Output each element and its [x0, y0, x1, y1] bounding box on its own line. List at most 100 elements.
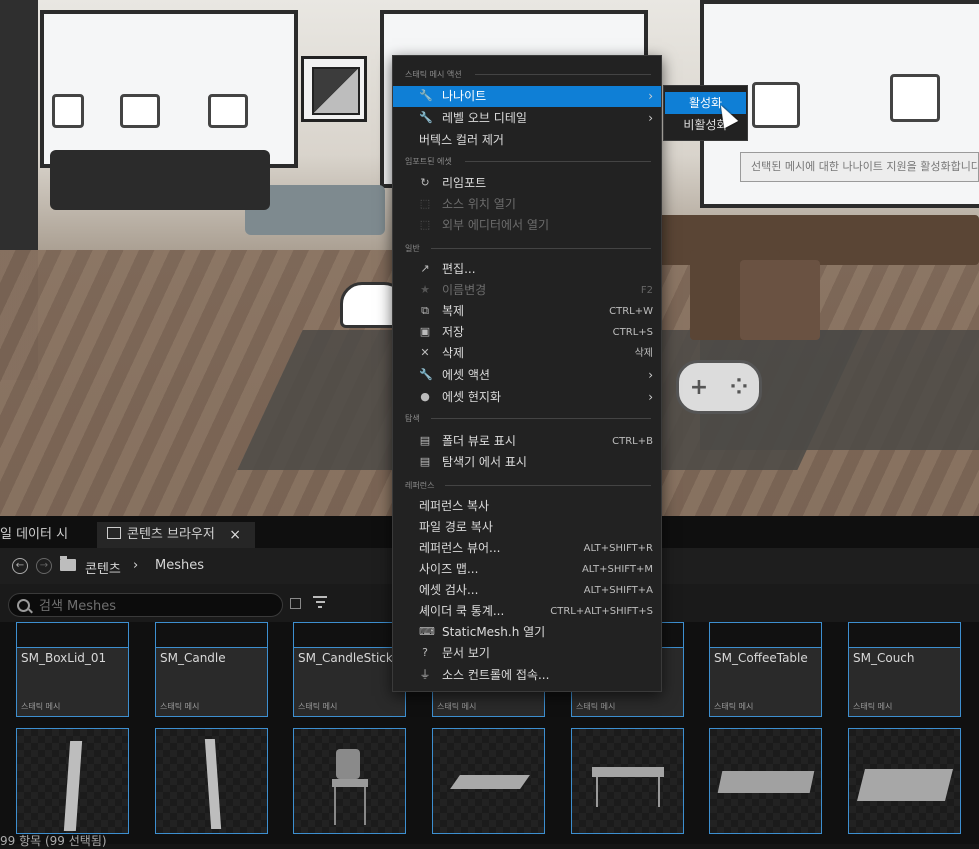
folder-icon [60, 556, 76, 571]
light-actor-icon[interactable] [890, 74, 940, 122]
back-button[interactable]: ← [12, 558, 28, 574]
menu-item-nanite[interactable]: 🔧 나나이트 › [393, 86, 661, 107]
search-input[interactable] [37, 597, 281, 615]
edit-icon: ↗ [420, 262, 430, 275]
section-divider [445, 485, 651, 486]
delete-icon: ✕ [420, 346, 430, 359]
asset-type: 스태틱 메시 [298, 702, 338, 711]
shortcut: ALT+SHIFT+R [583, 543, 653, 554]
menu-item-shader-cook-stats[interactable]: 셰이더 쿡 통계... CTRL+ALT+SHIFT+S [393, 601, 661, 622]
menu-item-delete[interactable]: ✕ 삭제 삭제 [393, 343, 661, 364]
chair [740, 260, 820, 340]
shortcut: CTRL+W [609, 306, 653, 317]
menu-item-label: 리임포트 [442, 176, 487, 190]
asset-tile[interactable]: SM_Candle 스태틱 메시 [155, 622, 268, 717]
tab-content-browser-label: 콘텐츠 브라우저 [127, 527, 215, 542]
globe-icon: ● [420, 390, 430, 403]
content-browser-icon [107, 527, 121, 539]
menu-item-label: 레퍼런스 복사 [419, 499, 490, 513]
asset-tile[interactable] [16, 728, 129, 834]
source-control-icon: ⏚ [419, 668, 431, 681]
menu-item-enable-nanite[interactable]: 활성화 [665, 92, 746, 114]
menu-item-label: 복제 [442, 304, 465, 318]
texture-actor-icon[interactable] [301, 56, 367, 122]
menu-item-label: 소스 컨트롤에 접속... [442, 668, 550, 682]
light-actor-icon[interactable] [52, 94, 84, 128]
asset-type: 스태틱 메시 [714, 702, 754, 711]
section-label: 레퍼런스 [405, 481, 435, 490]
filter-icon[interactable] [313, 596, 327, 608]
asset-tile[interactable] [848, 728, 961, 834]
asset-tile[interactable]: SM_CandleStick 스태틱 메시 [293, 622, 406, 717]
menu-item-open-header[interactable]: ⌨ StaticMesh.h 열기 [393, 622, 661, 643]
asset-tile[interactable]: SM_Couch 스태틱 메시 [848, 622, 961, 717]
menu-item-label: 편집... [442, 262, 476, 276]
menu-item-label: StaticMesh.h 열기 [442, 625, 546, 639]
menu-item-show-in-explorer[interactable]: ▤ 탐색기 에서 표시 [393, 452, 661, 473]
menu-item-copy-file-path[interactable]: 파일 경로 복사 [393, 517, 661, 538]
forward-button[interactable]: → [36, 558, 52, 574]
menu-item-save[interactable]: ▣ 저장 CTRL+S [393, 322, 661, 343]
menu-item-label: 저장 [442, 325, 465, 339]
section-label: 탐색 [405, 414, 420, 423]
search-box[interactable] [8, 593, 283, 617]
menu-item-audit-assets[interactable]: 에셋 검사... ALT+SHIFT+A [393, 580, 661, 601]
asset-tile[interactable] [709, 728, 822, 834]
asset-type: 스태틱 메시 [160, 702, 200, 711]
tab-data-partial[interactable]: 일 데이터 시 [0, 522, 68, 548]
breadcrumb-separator[interactable]: › [133, 558, 138, 573]
light-actor-icon[interactable] [752, 82, 800, 128]
asset-thumbnail [592, 767, 664, 777]
chevron-right-icon: › [648, 368, 653, 382]
menu-item-size-map[interactable]: 사이즈 맵... ALT+SHIFT+M [393, 559, 661, 580]
menu-item-label: 레퍼런스 뷰어... [419, 541, 501, 555]
tab-content-browser[interactable]: 콘텐츠 브라우저 × [97, 522, 255, 548]
menu-item-duplicate[interactable]: ⧉ 복제 CTRL+W [393, 301, 661, 322]
menu-item-label: 에셋 현지화 [442, 390, 502, 404]
duplicate-icon: ⧉ [421, 304, 429, 317]
section-label: 스태틱 메시 액션 [405, 70, 462, 79]
save-search-icon[interactable] [290, 598, 301, 609]
asset-type: 스태틱 메시 [576, 702, 616, 711]
shortcut: ALT+SHIFT+A [583, 585, 653, 596]
menu-item-show-in-folder[interactable]: ▤ 폴더 뷰로 표시 CTRL+B [393, 431, 661, 452]
breadcrumb-meshes[interactable]: Meshes [155, 558, 204, 573]
menu-item-view-docs[interactable]: ? 문서 보기 [393, 643, 661, 664]
asset-thumbnail [849, 623, 960, 648]
menu-item-reference-viewer[interactable]: 레퍼런스 뷰어... ALT+SHIFT+R [393, 538, 661, 559]
menu-item-asset-localization[interactable]: ● 에셋 현지화 › [393, 387, 661, 408]
folder-search-icon: ▤ [419, 434, 431, 447]
asset-tile[interactable] [432, 728, 545, 834]
asset-thumbnail [710, 623, 821, 648]
close-icon[interactable]: × [229, 522, 241, 548]
menu-section-explore: 탐색 [405, 413, 651, 424]
section-divider [431, 248, 651, 249]
asset-thumbnail [717, 771, 815, 793]
menu-item-rename[interactable]: ★ 이름변경 F2 [393, 280, 661, 301]
asset-tile[interactable] [571, 728, 684, 834]
menu-item-reimport[interactable]: ↻ 리임포트 [393, 173, 661, 194]
menu-item-lod[interactable]: 🔧 레벨 오브 디테일 › [393, 108, 661, 129]
asset-tile[interactable] [293, 728, 406, 834]
menu-item-edit[interactable]: ↗ 편집... [393, 259, 661, 280]
menu-item-label: 이름변경 [442, 283, 487, 297]
shortcut: CTRL+ALT+SHIFT+S [550, 606, 653, 617]
player-start-icon[interactable]: + ⁘ [676, 360, 762, 414]
menu-item-source-control[interactable]: ⏚ 소스 컨트롤에 접속... [393, 665, 661, 686]
light-actor-icon[interactable] [120, 94, 160, 128]
menu-item-open-external[interactable]: ⬚ 외부 에디터에서 열기 [393, 215, 661, 236]
reimport-icon: ↻ [420, 176, 430, 189]
asset-tile[interactable] [155, 728, 268, 834]
light-actor-icon[interactable] [208, 94, 248, 128]
asset-tile[interactable]: SM_CoffeeTable 스태틱 메시 [709, 622, 822, 717]
menu-item-show-source[interactable]: ⬚ 소스 위치 열기 [393, 194, 661, 215]
menu-item-copy-reference[interactable]: 레퍼런스 복사 [393, 496, 661, 517]
asset-thumbnail [596, 777, 598, 807]
menu-item-asset-actions[interactable]: 🔧 에셋 액션 › [393, 365, 661, 386]
asset-tile[interactable]: SM_BoxLid_01 스태틱 메시 [16, 622, 129, 717]
breadcrumb-content[interactable]: 콘텐츠 [85, 558, 121, 577]
asset-thumbnail [658, 777, 660, 807]
menu-item-label: 레벨 오브 디테일 [442, 111, 527, 125]
menu-item-remove-vertex-colors[interactable]: 버텍스 컬러 제거 [393, 130, 661, 151]
source-icon: ⬚ [419, 197, 431, 210]
